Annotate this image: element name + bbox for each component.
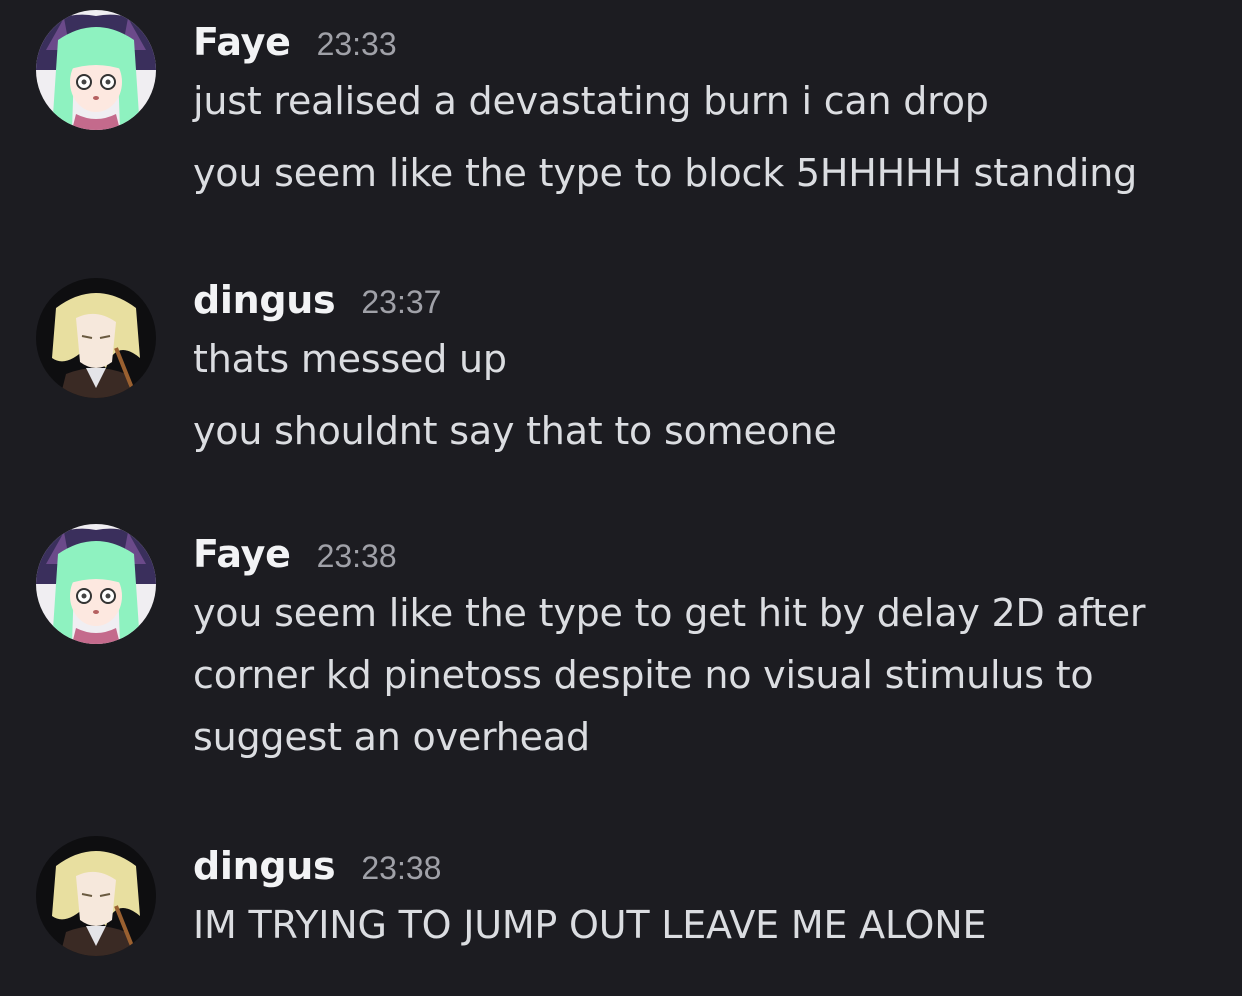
message-line: IM TRYING TO JUMP OUT LEAVE ME ALONE: [193, 903, 987, 947]
message-header: Faye 23:38: [193, 532, 1206, 582]
message-line: you shouldnt say that to someone: [193, 409, 837, 453]
green-haired-anime-avatar-icon[interactable]: [36, 10, 156, 130]
message-line: you seem like the type to get hit by del…: [193, 591, 1146, 759]
message-content: Faye 23:33 just realised a devastating b…: [193, 20, 1222, 204]
chat-log: Faye 23:33 just realised a devastating b…: [0, 0, 1242, 996]
message-content: Faye 23:38 you seem like the type to get…: [193, 532, 1206, 768]
blonde-anime-avatar-icon[interactable]: [36, 836, 156, 956]
message-header: dingus 23:38: [193, 844, 1222, 894]
message-line: you seem like the type to block 5HHHHH s…: [193, 151, 1137, 195]
timestamp: 23:33: [316, 26, 397, 62]
username[interactable]: dingus: [193, 844, 336, 888]
green-haired-anime-avatar-icon[interactable]: [36, 524, 156, 644]
timestamp: 23:38: [316, 538, 397, 574]
blonde-anime-avatar-icon[interactable]: [36, 278, 156, 398]
username[interactable]: dingus: [193, 278, 336, 322]
message-header: Faye 23:33: [193, 20, 1222, 70]
username[interactable]: Faye: [193, 20, 291, 64]
message-line: thats messed up: [193, 337, 507, 381]
message-header: dingus 23:37: [193, 278, 1222, 328]
message-line: just realised a devastating burn i can d…: [193, 79, 989, 123]
message-content: dingus 23:38 IM TRYING TO JUMP OUT LEAVE…: [193, 844, 1222, 956]
timestamp: 23:38: [361, 850, 442, 886]
message-content: dingus 23:37 thats messed up you shouldn…: [193, 278, 1222, 462]
username[interactable]: Faye: [193, 532, 291, 576]
timestamp: 23:37: [361, 284, 442, 320]
